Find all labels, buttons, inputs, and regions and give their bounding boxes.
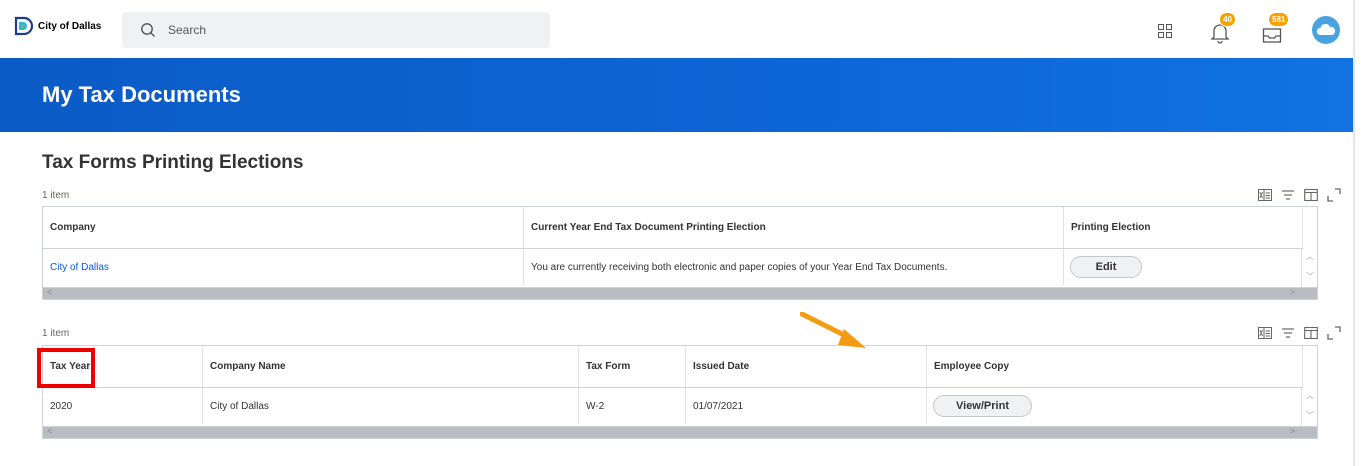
column-header-company[interactable]: Company xyxy=(43,207,524,248)
documents-table-toolbar xyxy=(1258,326,1341,340)
company-link[interactable]: City of Dallas xyxy=(43,249,524,285)
columns-icon[interactable] xyxy=(1304,188,1318,202)
documents-table: Tax Year Company Name Tax Form Issued Da… xyxy=(42,345,1318,439)
scroll-right-icon[interactable]: > xyxy=(1290,287,1295,297)
elections-table-header: Company Current Year End Tax Document Pr… xyxy=(43,207,1303,249)
elections-item-count: 1 item xyxy=(42,190,70,201)
horizontal-scrollbar[interactable]: < > xyxy=(43,426,1317,438)
export-excel-icon[interactable] xyxy=(1258,326,1272,340)
columns-icon[interactable] xyxy=(1304,326,1318,340)
scroll-down-icon[interactable]: ﹀ xyxy=(1306,271,1314,282)
scroll-down-icon[interactable]: ﹀ xyxy=(1306,410,1314,421)
column-header-employee-copy[interactable]: Employee Copy xyxy=(927,346,1303,387)
search-bar[interactable]: Search xyxy=(122,12,550,48)
printing-election-cell: Edit xyxy=(1064,249,1303,285)
election-text: You are currently receiving both electro… xyxy=(524,249,1064,285)
search-input[interactable]: Search xyxy=(168,23,206,37)
column-header-tax-form[interactable]: Tax Form xyxy=(579,346,686,387)
edit-button[interactable]: Edit xyxy=(1070,256,1142,278)
page-edge xyxy=(1353,0,1355,466)
elections-table-toolbar xyxy=(1258,188,1341,202)
filter-icon[interactable] xyxy=(1281,188,1295,202)
scroll-left-icon[interactable]: < xyxy=(47,287,52,297)
table-row: 2020 City of Dallas W-2 01/07/2021 View/… xyxy=(43,388,1303,424)
table-row: City of Dallas You are currently receivi… xyxy=(43,249,1303,285)
notifications-button[interactable]: 40 xyxy=(1210,12,1236,44)
search-icon xyxy=(141,23,155,37)
home-logo[interactable]: City of Dallas xyxy=(14,16,101,36)
tax-year-highlight xyxy=(37,348,95,388)
column-header-issued-date[interactable]: Issued Date xyxy=(686,346,927,387)
pointer-arrow-icon xyxy=(800,312,866,348)
city-logo-icon xyxy=(14,16,34,36)
scroll-right-icon[interactable]: > xyxy=(1290,426,1295,436)
documents-item-count: 1 item xyxy=(42,328,70,339)
scroll-up-icon[interactable]: ︿ xyxy=(1306,251,1314,262)
vertical-scrollbar[interactable]: ︿ ﹀ xyxy=(1301,388,1317,426)
page-title: My Tax Documents xyxy=(42,82,241,107)
inbox-badge: 581 xyxy=(1268,12,1290,27)
top-bar: City of Dallas Search 40 581 xyxy=(0,0,1361,58)
user-avatar[interactable] xyxy=(1312,16,1340,44)
inbox-icon xyxy=(1262,28,1282,43)
scroll-up-icon[interactable]: ︿ xyxy=(1306,390,1314,401)
filter-icon[interactable] xyxy=(1281,326,1295,340)
section-title: Tax Forms Printing Elections xyxy=(42,152,304,173)
issued-date-cell: 01/07/2021 xyxy=(686,388,927,424)
documents-table-header: Tax Year Company Name Tax Form Issued Da… xyxy=(43,346,1303,388)
export-excel-icon[interactable] xyxy=(1258,188,1272,202)
employee-copy-cell: View/Print xyxy=(927,388,1303,424)
tax-year-cell: 2020 xyxy=(43,388,203,424)
vertical-scrollbar[interactable]: ︿ ﹀ xyxy=(1301,249,1317,287)
notifications-badge: 40 xyxy=(1219,12,1236,27)
page-header-banner: My Tax Documents xyxy=(0,58,1353,132)
fullscreen-icon[interactable] xyxy=(1327,188,1341,202)
view-print-button[interactable]: View/Print xyxy=(933,395,1032,417)
logo-text: City of Dallas xyxy=(38,20,102,32)
cloud-icon xyxy=(1316,24,1336,35)
elections-table: Company Current Year End Tax Document Pr… xyxy=(42,206,1318,300)
tax-form-cell: W-2 xyxy=(579,388,686,424)
column-header-printing-election[interactable]: Printing Election xyxy=(1064,207,1303,248)
apps-grid-icon[interactable] xyxy=(1158,24,1172,38)
column-header-election[interactable]: Current Year End Tax Document Printing E… xyxy=(524,207,1064,248)
column-header-company-name[interactable]: Company Name xyxy=(203,346,579,387)
company-name-cell: City of Dallas xyxy=(203,388,579,424)
horizontal-scrollbar[interactable]: < > xyxy=(43,287,1317,299)
scroll-left-icon[interactable]: < xyxy=(47,426,52,436)
inbox-button[interactable]: 581 xyxy=(1262,12,1290,44)
fullscreen-icon[interactable] xyxy=(1327,326,1341,340)
